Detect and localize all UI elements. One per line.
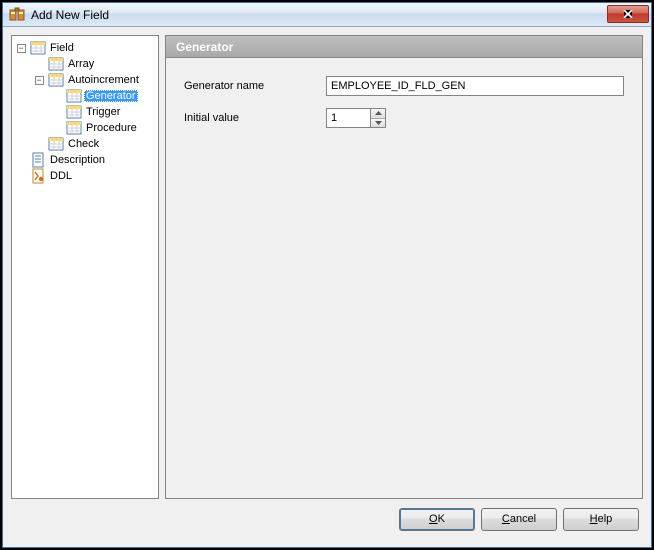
- splitter: − Field Array: [11, 35, 643, 499]
- help-button[interactable]: Help: [563, 508, 639, 531]
- tree-item-autoincrement[interactable]: − Autoincrement: [12, 72, 158, 88]
- table-icon: [48, 56, 64, 72]
- tree: − Field Array: [12, 40, 158, 184]
- tree-item-description[interactable]: Description: [12, 152, 158, 168]
- spinner-down-button[interactable]: [371, 118, 385, 128]
- content-panel: Generator Generator name Initial value: [165, 35, 643, 499]
- tree-label: Procedure: [84, 122, 139, 134]
- cancel-button[interactable]: Cancel: [481, 508, 557, 531]
- collapse-icon[interactable]: −: [35, 76, 44, 85]
- spinner-buttons: [370, 108, 386, 128]
- tree-item-array[interactable]: Array: [12, 56, 158, 72]
- initial-value-label: Initial value: [184, 112, 326, 124]
- app-icon: [9, 7, 25, 23]
- tree-item-generator[interactable]: Generator: [12, 88, 158, 104]
- form-row-initial-value: Initial value: [184, 108, 624, 128]
- table-icon: [48, 72, 64, 88]
- tree-panel[interactable]: − Field Array: [11, 35, 159, 499]
- panel-header: Generator: [166, 36, 642, 58]
- initial-value-spinner: [326, 108, 386, 128]
- spinner-up-button[interactable]: [371, 109, 385, 118]
- document-icon: [30, 152, 46, 168]
- tree-label: Autoincrement: [66, 74, 141, 86]
- titlebar[interactable]: Add New Field: [3, 3, 651, 27]
- tree-label: Description: [48, 154, 107, 166]
- tree-item-procedure[interactable]: Procedure: [12, 120, 158, 136]
- dialog-window: Add New Field − Field: [2, 2, 652, 548]
- form-row-generator-name: Generator name: [184, 76, 624, 96]
- table-icon: [66, 120, 82, 136]
- panel-body: Generator name Initial value: [166, 58, 642, 498]
- generator-name-label: Generator name: [184, 80, 326, 92]
- tree-label: DDL: [48, 170, 74, 182]
- close-button[interactable]: [607, 5, 649, 23]
- tree-label: Generator: [84, 90, 138, 102]
- tree-item-trigger[interactable]: Trigger: [12, 104, 158, 120]
- button-row: OK Cancel Help: [11, 499, 643, 539]
- collapse-icon[interactable]: −: [17, 44, 26, 53]
- tree-label: Array: [66, 58, 96, 70]
- table-icon: [66, 104, 82, 120]
- tree-label: Trigger: [84, 106, 122, 118]
- panel-title: Generator: [176, 40, 233, 54]
- table-icon: [48, 136, 64, 152]
- tree-item-field[interactable]: − Field: [12, 40, 158, 56]
- window-title: Add New Field: [31, 8, 607, 22]
- client-area: − Field Array: [3, 27, 651, 547]
- table-icon: [66, 88, 82, 104]
- initial-value-input[interactable]: [326, 108, 370, 128]
- tree-label: Field: [48, 42, 76, 54]
- table-icon: [30, 40, 46, 56]
- tree-item-ddl[interactable]: DDL: [12, 168, 158, 184]
- ddl-icon: [30, 168, 46, 184]
- tree-label: Check: [66, 138, 101, 150]
- tree-item-check[interactable]: Check: [12, 136, 158, 152]
- ok-button[interactable]: OK: [399, 508, 475, 531]
- generator-name-input[interactable]: [326, 76, 624, 96]
